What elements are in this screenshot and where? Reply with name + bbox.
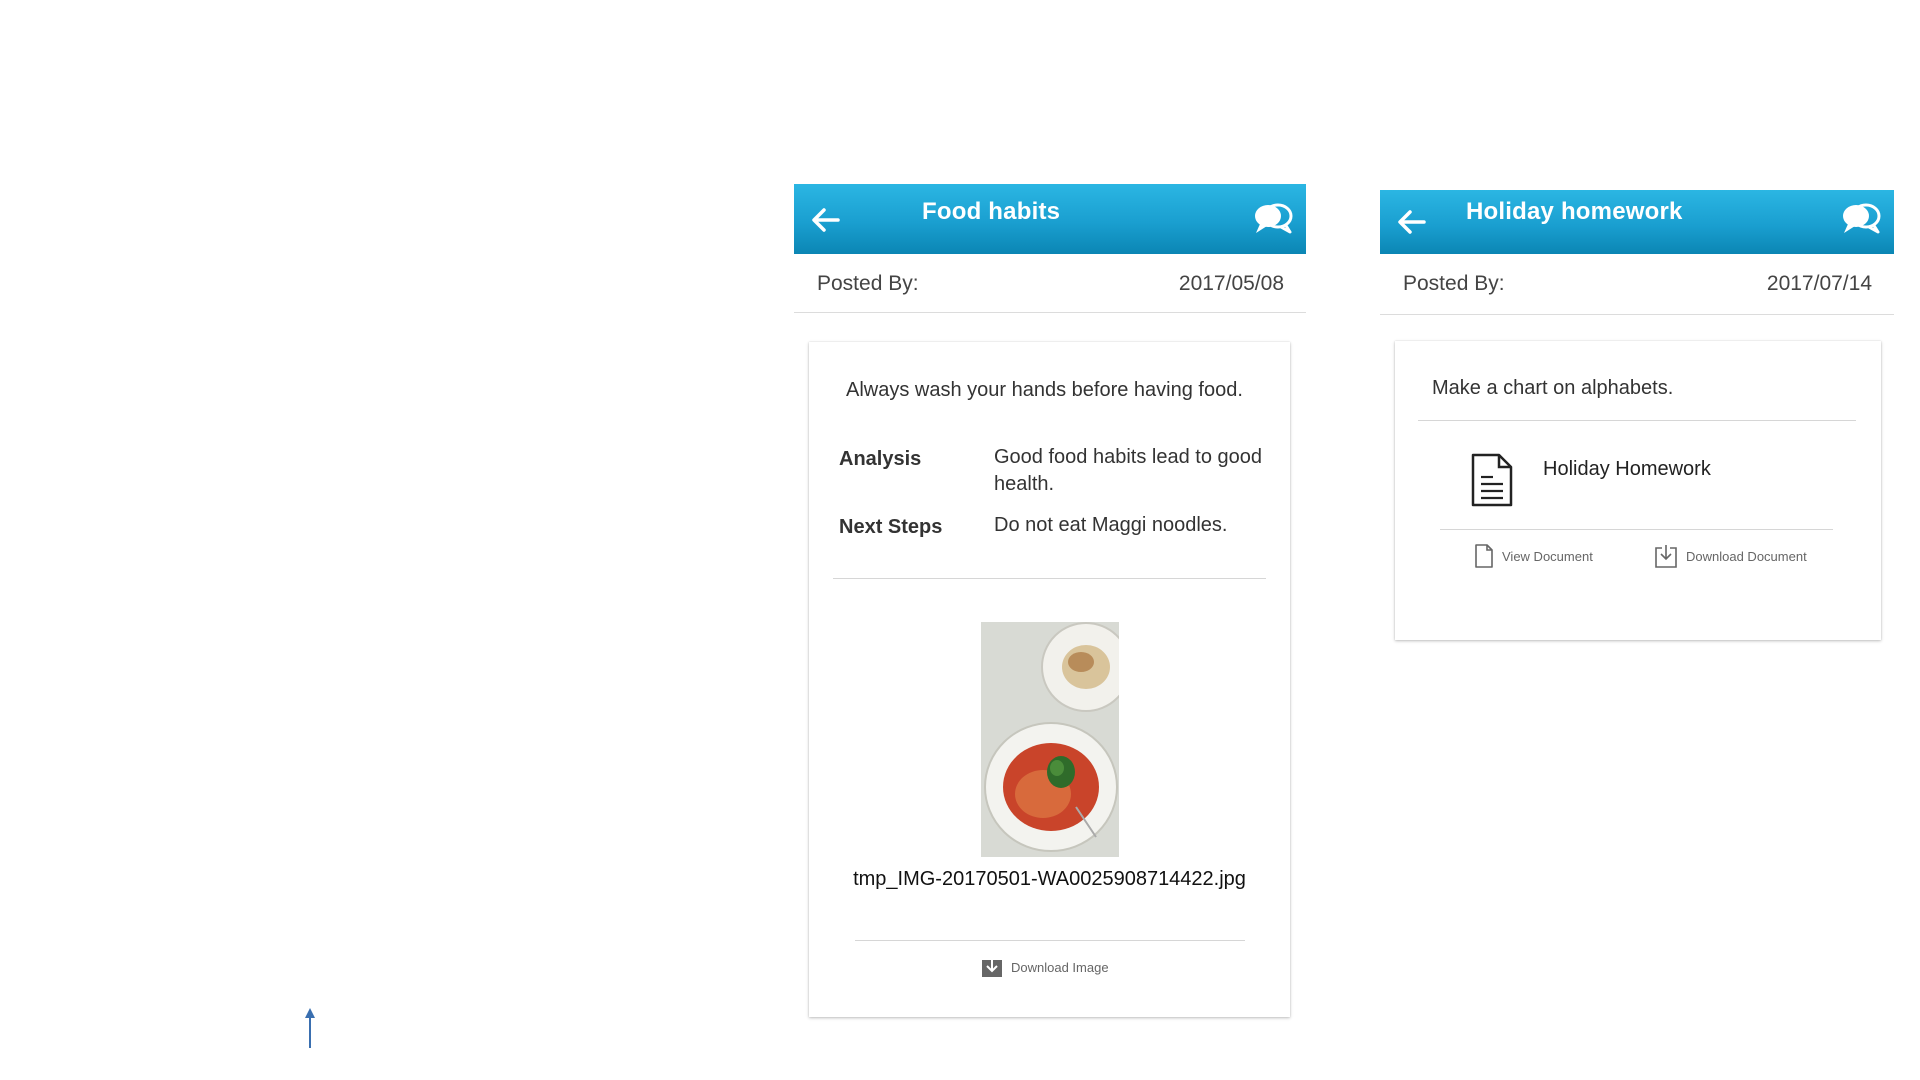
analysis-label: Analysis: [839, 448, 922, 470]
divider: [1440, 529, 1833, 530]
page-title: Holiday homework: [1466, 198, 1683, 225]
view-document-label: View Document: [1502, 548, 1593, 564]
post-description: Always wash your hands before having foo…: [846, 379, 1243, 401]
post-description: Make a chart on alphabets.: [1432, 377, 1674, 399]
divider: [855, 940, 1245, 941]
up-arrow-icon: [305, 1008, 315, 1048]
view-document-icon: [1475, 544, 1493, 568]
chat-bubbles-icon[interactable]: [1840, 198, 1882, 240]
back-arrow-icon[interactable]: [808, 202, 844, 238]
download-document-label: Download Document: [1686, 548, 1807, 564]
post-date: 2017/05/08: [1178, 272, 1284, 295]
post-card: Make a chart on alphabets. Holiday Homew…: [1395, 341, 1881, 640]
download-image-label: Download Image: [1011, 959, 1109, 975]
post-meta: Posted By: 2017/07/14: [1380, 254, 1894, 315]
download-icon: [982, 957, 1002, 977]
divider: [1418, 420, 1856, 421]
download-document-icon: [1655, 545, 1677, 568]
holiday-homework-screen: Holiday homework Posted By: 2017/07/14 M…: [1380, 190, 1894, 650]
food-habits-screen: Food habits Posted By: 2017/05/08 Always…: [794, 184, 1306, 1017]
posted-by-label: Posted By:: [817, 272, 919, 295]
divider: [833, 578, 1266, 579]
chat-bubbles-icon[interactable]: [1252, 198, 1294, 240]
post-meta: Posted By: 2017/05/08: [794, 254, 1306, 313]
food-photo[interactable]: [981, 622, 1119, 857]
app-bar: Food habits: [794, 184, 1306, 254]
download-image-button[interactable]: Download Image: [981, 956, 1109, 978]
app-bar: Holiday homework: [1380, 190, 1894, 254]
download-document-button[interactable]: Download Document: [1654, 544, 1807, 568]
analysis-value: Good food habits lead to good health.: [994, 446, 1262, 495]
next-steps-label: Next Steps: [839, 516, 943, 538]
document-name[interactable]: Holiday Homework: [1543, 458, 1711, 481]
posted-by-label: Posted By:: [1403, 272, 1505, 295]
back-arrow-icon[interactable]: [1394, 204, 1430, 240]
next-steps-value: Do not eat Maggi noodles.: [994, 514, 1228, 536]
view-document-button[interactable]: View Document: [1474, 544, 1593, 568]
post-date: 2017/07/14: [1766, 272, 1872, 295]
attachment-file-name: tmp_IMG-20170501-WA0025908714422.jpg: [853, 868, 1246, 890]
post-card: Always wash your hands before having foo…: [809, 342, 1290, 1017]
page-title: Food habits: [922, 198, 1061, 225]
document-icon: [1471, 453, 1513, 507]
